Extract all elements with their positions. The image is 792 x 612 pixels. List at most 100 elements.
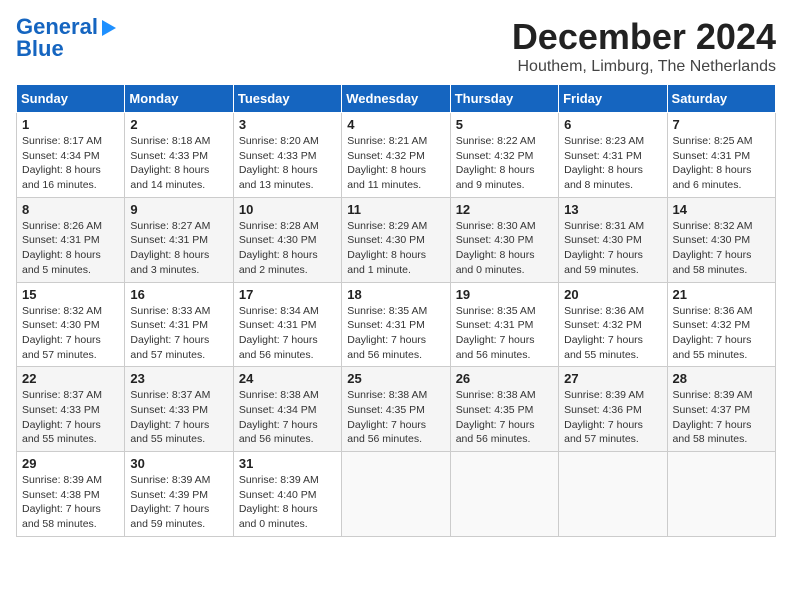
day-number: 27 [564,371,661,386]
calendar-week-row: 29 Sunrise: 8:39 AMSunset: 4:38 PMDayligh… [17,452,776,537]
day-number: 29 [22,456,119,471]
cell-sun-info: Sunrise: 8:25 AMSunset: 4:31 PMDaylight:… [673,134,770,193]
day-number: 17 [239,287,336,302]
calendar-cell: 3 Sunrise: 8:20 AMSunset: 4:33 PMDaylight… [233,113,341,198]
cell-sun-info: Sunrise: 8:35 AMSunset: 4:31 PMDaylight:… [456,304,553,363]
calendar-cell: 7 Sunrise: 8:25 AMSunset: 4:31 PMDaylight… [667,113,775,198]
calendar-table: SundayMondayTuesdayWednesdayThursdayFrid… [16,84,776,537]
calendar-cell: 6Sunrise: 8:23 AMSunset: 4:31 PMDaylight… [559,113,667,198]
calendar-cell: 31 Sunrise: 8:39 AMSunset: 4:40 PMDayligh… [233,452,341,537]
day-number: 22 [22,371,119,386]
cell-sun-info: Sunrise: 8:33 AMSunset: 4:31 PMDaylight:… [130,304,227,363]
day-number: 1 [22,117,119,132]
calendar-week-row: 8Sunrise: 8:26 AMSunset: 4:31 PMDaylight… [17,197,776,282]
day-number: 12 [456,202,553,217]
day-number: 4 [347,117,444,132]
logo-text: General [16,16,98,38]
calendar-cell: 21 Sunrise: 8:36 AMSunset: 4:32 PMDayligh… [667,282,775,367]
day-number: 5 [456,117,553,132]
calendar-week-row: 22 Sunrise: 8:37 AMSunset: 4:33 PMDayligh… [17,367,776,452]
calendar-cell: 20Sunrise: 8:36 AMSunset: 4:32 PMDayligh… [559,282,667,367]
day-number: 15 [22,287,119,302]
day-number: 20 [564,287,661,302]
weekday-header: Sunday [17,85,125,113]
calendar-cell: 12 Sunrise: 8:30 AMSunset: 4:30 PMDayligh… [450,197,558,282]
cell-sun-info: Sunrise: 8:23 AMSunset: 4:31 PMDaylight:… [564,134,661,193]
day-number: 28 [673,371,770,386]
calendar-cell: 13 Sunrise: 8:31 AMSunset: 4:30 PMDayligh… [559,197,667,282]
calendar-cell: 5 Sunrise: 8:22 AMSunset: 4:32 PMDaylight… [450,113,558,198]
day-number: 14 [673,202,770,217]
cell-sun-info: Sunrise: 8:39 AMSunset: 4:38 PMDaylight:… [22,473,119,532]
weekday-header: Tuesday [233,85,341,113]
cell-sun-info: Sunrise: 8:32 AMSunset: 4:30 PMDaylight:… [22,304,119,363]
calendar-cell: 16 Sunrise: 8:33 AMSunset: 4:31 PMDayligh… [125,282,233,367]
logo-blue: Blue [16,38,64,60]
day-number: 19 [456,287,553,302]
day-number: 7 [673,117,770,132]
day-number: 11 [347,202,444,217]
cell-sun-info: Sunrise: 8:18 AMSunset: 4:33 PMDaylight:… [130,134,227,193]
cell-sun-info: Sunrise: 8:32 AMSunset: 4:30 PMDaylight:… [673,219,770,278]
calendar-cell: 29 Sunrise: 8:39 AMSunset: 4:38 PMDayligh… [17,452,125,537]
day-number: 16 [130,287,227,302]
calendar-cell: 9 Sunrise: 8:27 AMSunset: 4:31 PMDaylight… [125,197,233,282]
cell-sun-info: Sunrise: 8:35 AMSunset: 4:31 PMDaylight:… [347,304,444,363]
calendar-cell: 24 Sunrise: 8:38 AMSunset: 4:34 PMDayligh… [233,367,341,452]
calendar-cell: 22 Sunrise: 8:37 AMSunset: 4:33 PMDayligh… [17,367,125,452]
calendar-cell [450,452,558,537]
logo: General Blue [16,16,116,60]
cell-sun-info: Sunrise: 8:39 AMSunset: 4:39 PMDaylight:… [130,473,227,532]
day-number: 26 [456,371,553,386]
day-number: 21 [673,287,770,302]
day-number: 24 [239,371,336,386]
day-number: 13 [564,202,661,217]
cell-sun-info: Sunrise: 8:17 AMSunset: 4:34 PMDaylight:… [22,134,119,193]
weekday-header: Saturday [667,85,775,113]
day-number: 30 [130,456,227,471]
day-number: 9 [130,202,227,217]
cell-sun-info: Sunrise: 8:37 AMSunset: 4:33 PMDaylight:… [22,388,119,447]
title-area: December 2024 Houthem, Limburg, The Neth… [512,16,776,76]
calendar-cell: 2 Sunrise: 8:18 AMSunset: 4:33 PMDaylight… [125,113,233,198]
day-number: 31 [239,456,336,471]
weekday-header: Wednesday [342,85,450,113]
day-number: 10 [239,202,336,217]
calendar-cell: 23Sunrise: 8:37 AMSunset: 4:33 PMDayligh… [125,367,233,452]
cell-sun-info: Sunrise: 8:27 AMSunset: 4:31 PMDaylight:… [130,219,227,278]
calendar-cell: 4 Sunrise: 8:21 AMSunset: 4:32 PMDaylight… [342,113,450,198]
calendar-cell: 14 Sunrise: 8:32 AMSunset: 4:30 PMDayligh… [667,197,775,282]
calendar-cell [667,452,775,537]
calendar-cell: 27Sunrise: 8:39 AMSunset: 4:36 PMDayligh… [559,367,667,452]
cell-sun-info: Sunrise: 8:22 AMSunset: 4:32 PMDaylight:… [456,134,553,193]
calendar-cell [559,452,667,537]
cell-sun-info: Sunrise: 8:36 AMSunset: 4:32 PMDaylight:… [673,304,770,363]
cell-sun-info: Sunrise: 8:29 AMSunset: 4:30 PMDaylight:… [347,219,444,278]
day-number: 2 [130,117,227,132]
cell-sun-info: Sunrise: 8:38 AMSunset: 4:34 PMDaylight:… [239,388,336,447]
cell-sun-info: Sunrise: 8:38 AMSunset: 4:35 PMDaylight:… [347,388,444,447]
cell-sun-info: Sunrise: 8:20 AMSunset: 4:33 PMDaylight:… [239,134,336,193]
cell-sun-info: Sunrise: 8:37 AMSunset: 4:33 PMDaylight:… [130,388,227,447]
calendar-week-row: 1 Sunrise: 8:17 AMSunset: 4:34 PMDaylight… [17,113,776,198]
cell-sun-info: Sunrise: 8:39 AMSunset: 4:40 PMDaylight:… [239,473,336,532]
calendar-header-row: SundayMondayTuesdayWednesdayThursdayFrid… [17,85,776,113]
weekday-header: Monday [125,85,233,113]
weekday-header: Friday [559,85,667,113]
page-header: General Blue December 2024 Houthem, Limb… [16,16,776,76]
calendar-week-row: 15 Sunrise: 8:32 AMSunset: 4:30 PMDayligh… [17,282,776,367]
cell-sun-info: Sunrise: 8:38 AMSunset: 4:35 PMDaylight:… [456,388,553,447]
weekday-header: Thursday [450,85,558,113]
cell-sun-info: Sunrise: 8:30 AMSunset: 4:30 PMDaylight:… [456,219,553,278]
calendar-cell: 30 Sunrise: 8:39 AMSunset: 4:39 PMDayligh… [125,452,233,537]
cell-sun-info: Sunrise: 8:28 AMSunset: 4:30 PMDaylight:… [239,219,336,278]
cell-sun-info: Sunrise: 8:31 AMSunset: 4:30 PMDaylight:… [564,219,661,278]
month-title: December 2024 [512,16,776,58]
cell-sun-info: Sunrise: 8:21 AMSunset: 4:32 PMDaylight:… [347,134,444,193]
calendar-cell [342,452,450,537]
calendar-cell: 28Sunrise: 8:39 AMSunset: 4:37 PMDayligh… [667,367,775,452]
day-number: 3 [239,117,336,132]
calendar-cell: 8Sunrise: 8:26 AMSunset: 4:31 PMDaylight… [17,197,125,282]
location-subtitle: Houthem, Limburg, The Netherlands [512,58,776,76]
day-number: 25 [347,371,444,386]
